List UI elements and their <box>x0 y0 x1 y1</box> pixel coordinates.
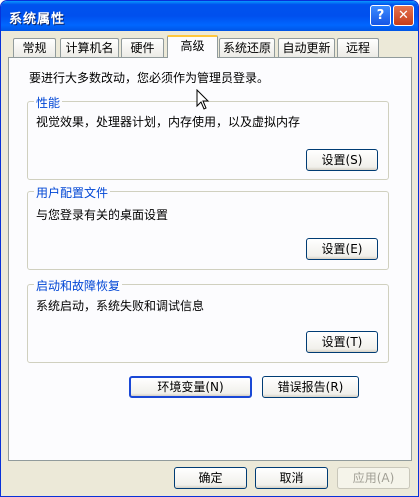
close-icon: ✕ <box>398 8 409 23</box>
ok-button[interactable]: 确定 <box>174 467 247 489</box>
startup-recovery-title: 启动和故障恢复 <box>34 277 123 294</box>
tab-general[interactable]: 常规 <box>13 38 56 57</box>
window-title: 系统属性 <box>9 12 66 27</box>
startup-recovery-description: 系统启动，系统失败和调试信息 <box>36 299 205 313</box>
apply-button[interactable]: 应用(A) <box>337 467 410 489</box>
tab-computer-name[interactable]: 计算机名 <box>60 38 119 57</box>
startup-recovery-group: 启动和故障恢复 系统启动，系统失败和调试信息 设置(T) <box>27 277 389 363</box>
system-properties-window: 系统属性 ? ✕ 常规 计算机名 硬件 高级 系统还原 自动更新 远程 要进行大… <box>0 0 419 497</box>
tab-auto-update[interactable]: 自动更新 <box>278 38 335 57</box>
tab-system-restore[interactable]: 系统还原 <box>219 38 275 57</box>
performance-settings-button[interactable]: 设置(S) <box>306 149 378 171</box>
cancel-button[interactable]: 取消 <box>255 467 328 489</box>
help-icon: ? <box>376 8 385 23</box>
user-profiles-settings-button[interactable]: 设置(E) <box>306 238 378 260</box>
tab-advanced[interactable]: 高级 <box>167 35 218 58</box>
help-button[interactable]: ? <box>370 5 391 26</box>
user-profiles-group: 用户配置文件 与您登录有关的桌面设置 设置(E) <box>27 184 389 270</box>
admin-notice: 要进行大多数改动，您必须作为管理员登录。 <box>29 71 270 85</box>
performance-group: 性能 视觉效果，处理器计划，内存使用，以及虚拟内存 设置(S) <box>27 94 389 180</box>
performance-title: 性能 <box>34 94 63 111</box>
advanced-panel: 要进行大多数改动，您必须作为管理员登录。 性能 视觉效果，处理器计划，内存使用，… <box>8 57 412 461</box>
user-profiles-title: 用户配置文件 <box>34 184 111 201</box>
title-bar[interactable]: 系统属性 ? ✕ <box>1 1 418 31</box>
startup-recovery-settings-button[interactable]: 设置(T) <box>306 331 378 353</box>
environment-variables-button[interactable]: 环境变量(N) <box>129 376 252 398</box>
tab-remote[interactable]: 远程 <box>337 38 379 57</box>
close-button[interactable]: ✕ <box>393 5 414 26</box>
tab-hardware[interactable]: 硬件 <box>121 38 164 57</box>
mouse-pointer-icon <box>196 89 210 110</box>
user-profiles-description: 与您登录有关的桌面设置 <box>36 208 169 222</box>
error-reporting-button[interactable]: 错误报告(R) <box>262 376 359 398</box>
performance-description: 视觉效果，处理器计划，内存使用，以及虚拟内存 <box>36 115 301 129</box>
